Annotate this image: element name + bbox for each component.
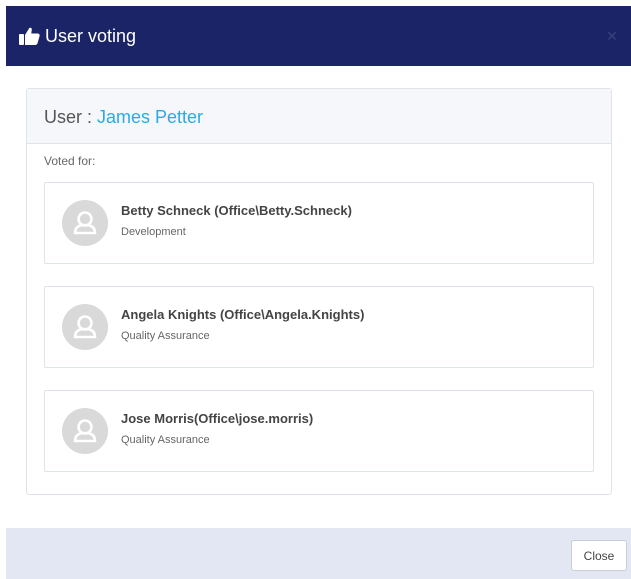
voted-user-name: Betty Schneck (Office\Betty.Schneck) bbox=[121, 203, 352, 218]
modal-title: User voting bbox=[45, 26, 137, 46]
user-label: User : bbox=[44, 107, 98, 127]
panel-heading: User : James Petter bbox=[27, 89, 611, 144]
voted-user-department: Quality Assurance bbox=[121, 330, 210, 342]
voted-for-label: Voted for: bbox=[44, 154, 96, 168]
voted-user-department: Quality Assurance bbox=[121, 434, 210, 446]
user-name: James Petter bbox=[97, 107, 204, 127]
voted-user-department: Development bbox=[121, 226, 186, 238]
user-avatar-icon bbox=[62, 408, 108, 454]
voting-panel: User : James Petter Voted for: Betty Sch… bbox=[26, 88, 612, 495]
thumbs-up-icon bbox=[19, 27, 40, 45]
modal-body: User : James Petter Voted for: Betty Sch… bbox=[6, 66, 631, 528]
voted-user-name: Jose Morris(Office\jose.morris) bbox=[121, 411, 314, 426]
vote-card: Betty Schneck (Office\Betty.Schneck) Dev… bbox=[44, 182, 594, 264]
vote-card: Angela Knights (Office\Angela.Knights) Q… bbox=[44, 286, 594, 368]
user-avatar-icon bbox=[62, 200, 108, 246]
voted-user-name: Angela Knights (Office\Angela.Knights) bbox=[121, 307, 365, 322]
vote-card: Jose Morris(Office\jose.morris) Quality … bbox=[44, 390, 594, 472]
modal-footer: Close bbox=[6, 528, 631, 579]
close-button[interactable]: Close bbox=[571, 540, 627, 571]
user-heading: User : James Petter bbox=[44, 106, 203, 128]
close-icon[interactable]: ✕ bbox=[605, 29, 619, 43]
modal-header: User voting ✕ bbox=[6, 6, 631, 66]
user-avatar-icon bbox=[62, 304, 108, 350]
